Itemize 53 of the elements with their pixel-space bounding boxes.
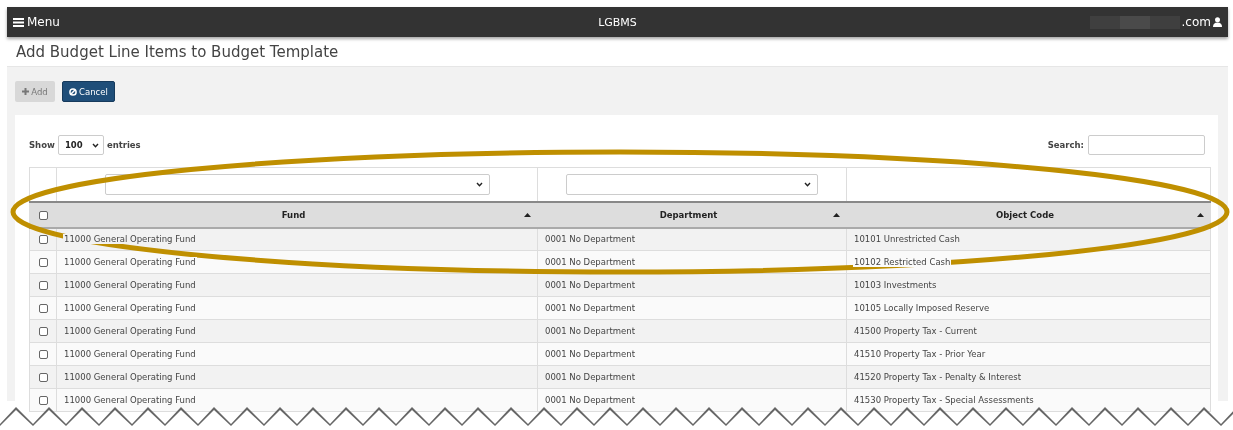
checkbox[interactable] bbox=[38, 373, 48, 382]
app-title: LGBMS bbox=[598, 15, 637, 29]
filter-dropdown[interactable] bbox=[104, 173, 490, 195]
table-cell: 11000 General Operating Fund bbox=[63, 395, 197, 405]
checkbox[interactable] bbox=[38, 350, 48, 359]
chevron-icon bbox=[475, 181, 483, 187]
plus-icon bbox=[22, 88, 30, 95]
sort-icon[interactable] bbox=[524, 212, 531, 217]
table-cell: 11000 General Operating Fund bbox=[63, 257, 197, 267]
checkbox[interactable] bbox=[38, 396, 48, 405]
table-cell: 10103 Investments bbox=[853, 280, 938, 290]
table-cell: 11000 General Operating Fund bbox=[63, 280, 197, 290]
menu-icon[interactable] bbox=[13, 17, 24, 27]
user-email[interactable]: .com bbox=[1181, 15, 1211, 29]
sort-icon[interactable] bbox=[833, 212, 840, 217]
checkbox[interactable] bbox=[38, 327, 48, 336]
table-cell: 41520 Property Tax - Penalty & Interest bbox=[853, 372, 1023, 382]
checkbox[interactable] bbox=[38, 258, 48, 267]
checkbox[interactable] bbox=[38, 210, 48, 220]
table-cell: 11000 General Operating Fund bbox=[63, 349, 197, 359]
table-cell: 11000 General Operating Fund bbox=[63, 326, 197, 336]
table-cell: 11000 General Operating Fund bbox=[63, 372, 197, 382]
menu-button[interactable]: Menu bbox=[13, 15, 60, 29]
table-cell: 10101 Unrestricted Cash bbox=[853, 234, 961, 245]
search-field[interactable] bbox=[1088, 135, 1205, 155]
sort-icon[interactable] bbox=[1197, 212, 1204, 217]
table-cell: 41530 Property Tax - Special Assessments bbox=[853, 395, 1035, 405]
chevron-icon bbox=[91, 142, 99, 148]
table-cell: 0001 No Department bbox=[544, 280, 637, 290]
table-cell: 11000 General Operating Fund bbox=[63, 303, 197, 313]
show-label: Show bbox=[29, 140, 55, 150]
table-cell: 0001 No Department bbox=[544, 349, 637, 359]
cancel-button[interactable]: Cancel bbox=[62, 81, 115, 102]
table-cell: 41510 Property Tax - Prior Year bbox=[853, 349, 987, 359]
table-cell: 11000 General Operating Fund bbox=[63, 234, 197, 245]
table-cell: 41500 Property Tax - Current bbox=[853, 326, 978, 336]
user-icon[interactable] bbox=[1213, 17, 1222, 27]
table-cell: 10102 Restricted Cash bbox=[853, 257, 952, 267]
table-cell: 0001 No Department bbox=[544, 372, 637, 382]
chevron-icon bbox=[804, 181, 811, 187]
table-cell: 0001 No Department bbox=[544, 234, 637, 245]
table-cell: 0001 No Department bbox=[544, 326, 637, 336]
checkbox[interactable] bbox=[38, 281, 48, 290]
table-cell: 10105 Locally Imposed Reserve bbox=[853, 303, 991, 313]
entries-dropdown[interactable]: 100 bbox=[57, 135, 104, 155]
ban-icon bbox=[69, 87, 77, 96]
table-cell: 0001 No Department bbox=[544, 257, 637, 267]
table-cell: 0001 No Department bbox=[544, 303, 637, 313]
search-label: Search: bbox=[1047, 140, 1084, 150]
checkbox[interactable] bbox=[38, 304, 48, 313]
table-cell: 0001 No Department bbox=[544, 395, 637, 405]
entries-label: entries bbox=[106, 140, 141, 150]
checkbox[interactable] bbox=[38, 235, 48, 245]
